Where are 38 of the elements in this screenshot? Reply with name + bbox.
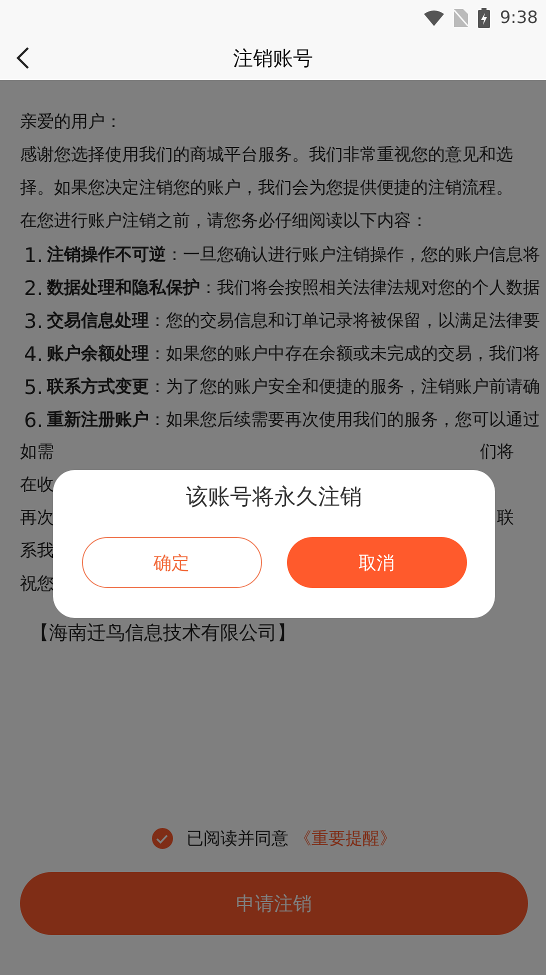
item-number: 3.	[24, 308, 44, 332]
agreement-text: 已阅读并同意	[186, 828, 288, 850]
page-title: 注销账号	[233, 44, 313, 72]
status-time: 9:38	[500, 8, 538, 28]
item-number: 2.	[24, 276, 44, 300]
paragraph-text: 在收	[20, 474, 54, 497]
battery-charging-icon	[478, 8, 490, 28]
item-text: 联系方式变更：为了您的账户安全和便捷的服务，注销账户前请确	[47, 376, 540, 398]
paragraph-text: 祝您	[20, 573, 54, 596]
checkmark-icon	[156, 834, 168, 844]
apply-cancellation-button[interactable]: 申请注销	[20, 872, 528, 935]
item-text: 账户余额处理：如果您的账户中存在余额或未完成的交易，我们将	[47, 343, 540, 365]
agreement-checkbox[interactable]	[152, 828, 172, 849]
confirm-button[interactable]: 确定	[82, 537, 262, 588]
paragraph-text: 们将	[480, 441, 514, 464]
paragraph-text: 系我	[20, 540, 54, 563]
back-icon[interactable]	[16, 46, 30, 70]
wifi-icon	[424, 10, 444, 26]
paragraph-text: 在您进行账户注销之前，请您务必仔细阅读以下内容：	[20, 210, 428, 233]
item-number: 5.	[24, 374, 44, 398]
company-name: 【海南迁鸟信息技术有限公司】	[29, 621, 296, 646]
paragraph-text: 联	[497, 507, 514, 530]
item-text: 重新注册账户：如果您后续需要再次使用我们的服务，您可以通过	[47, 409, 540, 431]
paragraph-text: 如需	[20, 441, 54, 464]
item-text: 数据处理和隐私保护：我们将会按照相关法律法规对您的个人数据	[47, 277, 540, 299]
paragraph-text: 择。如果您决定注销您的账户，我们会为您提供便捷的注销流程。	[20, 177, 513, 200]
item-text: 交易信息处理：您的交易信息和订单记录将被保留，以满足法律要	[47, 310, 540, 332]
greeting-text: 亲爱的用户：	[20, 111, 122, 134]
no-sim-icon	[454, 9, 468, 27]
item-number: 6.	[24, 408, 44, 432]
item-text: 注销操作不可逆：一旦您确认进行账户注销操作，您的账户信息将	[47, 244, 540, 266]
reminder-link[interactable]: 《重要提醒》	[294, 827, 396, 850]
paragraph-text: 感谢您选择使用我们的商城平台服务。我们非常重视您的意见和选	[20, 144, 513, 167]
paragraph-text: 再次	[20, 507, 54, 530]
item-number: 1.	[24, 242, 44, 266]
cancel-button[interactable]: 取消	[286, 537, 466, 588]
item-number: 4.	[24, 342, 44, 366]
dialog-title: 该账号将永久注销	[186, 484, 362, 512]
